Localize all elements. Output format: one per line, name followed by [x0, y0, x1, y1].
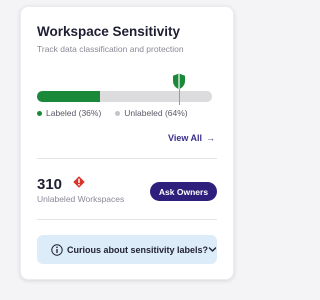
shield-icon — [173, 73, 185, 90]
section-divider — [37, 158, 217, 159]
labeled-legend-dot — [37, 110, 42, 116]
progress-legend: Labeled (36%) Unlabeled (64%) — [37, 108, 188, 118]
alert-icon — [73, 176, 85, 188]
labeled-progress-fill — [37, 91, 100, 102]
view-all-label: View All — [167, 133, 202, 143]
info-icon — [51, 243, 63, 256]
chevron-down-icon[interactable] — [208, 245, 217, 254]
sensitivity-labels-faq[interactable]: Curious about sensitivity labels? — [37, 235, 217, 264]
unlabeled-workspaces-label: Unlabeled Workspaces — [37, 194, 125, 204]
card-title: Workspace Sensitivity — [37, 24, 181, 39]
legend-unlabeled: Unlabeled (64%) — [124, 108, 188, 118]
ask-owners-button[interactable]: Ask Owners — [150, 182, 217, 201]
workspace-sensitivity-card: Workspace Sensitivity Track data classif… — [20, 6, 234, 280]
unlabeled-count: 310 — [37, 176, 63, 193]
legend-labeled: Labeled (36%) — [46, 108, 102, 118]
card-subtitle: Track data classification and protection — [37, 44, 184, 54]
section-divider — [37, 219, 217, 220]
label-progress-bar — [37, 91, 212, 102]
arrow-right-icon: → — [206, 133, 215, 143]
faq-label: Curious about sensitivity labels? — [67, 244, 209, 255]
unlabeled-legend-dot — [115, 110, 121, 116]
view-all-link[interactable]: View All → — [168, 133, 215, 143]
